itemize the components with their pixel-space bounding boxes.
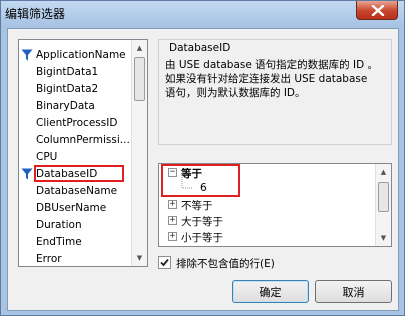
close-icon — [371, 5, 385, 16]
window-title: 编辑筛选器 — [5, 7, 66, 21]
column-list-item[interactable]: DatabaseID — [19, 165, 131, 183]
filter-icon — [21, 49, 33, 61]
scroll-thumb[interactable] — [378, 182, 389, 212]
column-list-item[interactable]: ColumnPermissi... — [19, 132, 131, 149]
edit-filter-dialog: 编辑筛选器 ApplicationName BigintData1 BigintDa… — [0, 0, 405, 316]
column-list-item-label: Duration — [36, 219, 82, 231]
tree-node-label: 不等于 — [181, 200, 213, 212]
column-list-item[interactable]: DBUserName — [19, 200, 131, 217]
checkmark-icon — [160, 258, 169, 267]
scroll-thumb[interactable] — [134, 57, 145, 101]
title-bar[interactable]: 编辑筛选器 — [1, 1, 404, 27]
filter-icon — [21, 168, 33, 180]
column-list-item-label: BinaryData — [36, 100, 95, 112]
tree-node-label: 小于等于 — [181, 232, 223, 244]
cancel-button[interactable]: 取消 — [315, 280, 392, 303]
column-list-item[interactable]: Error — [19, 251, 131, 266]
column-list-item-label: ApplicationName — [36, 49, 126, 61]
expand-icon[interactable]: + — [168, 232, 177, 241]
filter-tree[interactable]: − 等于 6 + 不等于 + 大于等于 + 小于等于 ▲ ▼ — [158, 163, 392, 247]
column-list-item[interactable]: BigintData2 — [19, 81, 131, 98]
column-list-item-label: BigintData1 — [36, 66, 99, 78]
filter-tree-scrollbar[interactable]: ▲ ▼ — [375, 164, 391, 246]
close-button[interactable] — [356, 1, 398, 20]
column-list[interactable]: ApplicationName BigintData1 BigintData2 Bin… — [18, 39, 148, 267]
scroll-down-arrow-icon[interactable]: ▼ — [132, 250, 147, 266]
tree-operator-node[interactable]: + 小于等于 — [159, 229, 374, 245]
scroll-up-arrow-icon[interactable]: ▲ — [132, 40, 147, 56]
tree-operator-node[interactable]: + 不等于 — [159, 197, 374, 213]
ok-button[interactable]: 确定 — [232, 280, 309, 303]
column-list-item-label: DBUserName — [36, 202, 107, 214]
column-list-item[interactable]: ClientProcessID — [19, 115, 131, 132]
exclude-null-checkbox[interactable] — [158, 256, 171, 269]
expand-icon[interactable]: + — [168, 200, 177, 209]
expand-icon[interactable]: + — [168, 216, 177, 225]
column-list-item[interactable]: BigintData1 — [19, 64, 131, 81]
selection-highlight-box — [34, 165, 124, 182]
description-group: DatabaseID 由 USE database 语句指定的数据库的 ID 。… — [158, 39, 392, 145]
column-list-item[interactable]: CPU — [19, 149, 131, 166]
column-list-item[interactable]: DatabaseName — [19, 183, 131, 200]
column-list-item-label: BigintData2 — [36, 83, 99, 95]
column-list-item-label: ClientProcessID — [36, 117, 118, 129]
column-list-item-label: DatabaseName — [36, 185, 118, 197]
column-list-scrollbar[interactable]: ▲ ▼ — [131, 40, 147, 266]
column-list-item[interactable]: BinaryData — [19, 98, 131, 115]
column-list-item[interactable]: EndTime — [19, 234, 131, 251]
description-title: DatabaseID — [167, 42, 233, 54]
column-list-item-label: Error — [36, 253, 62, 265]
column-list-item-label: ColumnPermissi... — [36, 134, 130, 146]
exclude-null-label: 排除不包含值的行(E) — [176, 258, 275, 270]
tree-node-label: 大于等于 — [181, 216, 223, 228]
column-list-item-label: CPU — [36, 151, 58, 163]
column-list-item[interactable]: ApplicationName — [19, 47, 131, 64]
tree-operator-node[interactable]: + 大于等于 — [159, 213, 374, 229]
selection-highlight-box — [161, 164, 240, 197]
column-list-item-label: EndTime — [36, 236, 82, 248]
scroll-down-arrow-icon[interactable]: ▼ — [376, 230, 391, 246]
dialog-body: ApplicationName BigintData1 BigintData2 Bin… — [7, 28, 399, 311]
scroll-up-arrow-icon[interactable]: ▲ — [376, 164, 391, 180]
column-list-item[interactable]: Duration — [19, 217, 131, 234]
description-text: 由 USE database 语句指定的数据库的 ID 。如果没有针对给定连接发… — [165, 59, 379, 99]
